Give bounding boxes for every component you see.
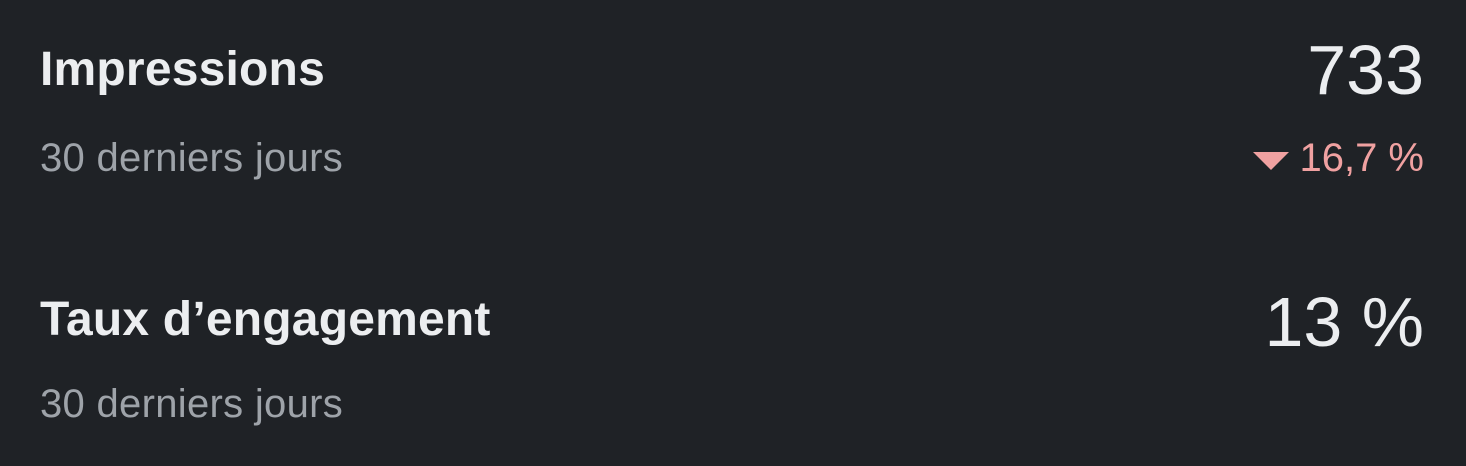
metric-title: Taux d’engagement [40,293,491,346]
metric-value: 733 [1307,31,1424,109]
metric-value: 13 % [1264,283,1424,361]
engagement-rate-metric[interactable]: Taux d’engagement 30 derniers jours 13 % [0,250,1466,450]
triangle-down-icon [1253,151,1290,170]
metrics-panel: Impressions 30 derniers jours 733 16,7 %… [0,0,1466,466]
metric-period: 30 derniers jours [40,382,344,426]
change-percent: 16,7 % [1299,136,1424,180]
impressions-metric[interactable]: Impressions 30 derniers jours 733 16,7 % [0,0,1466,200]
metric-period: 30 derniers jours [40,136,344,180]
metric-title: Impressions [40,43,325,96]
metric-change: 16,7 % [1253,136,1424,181]
